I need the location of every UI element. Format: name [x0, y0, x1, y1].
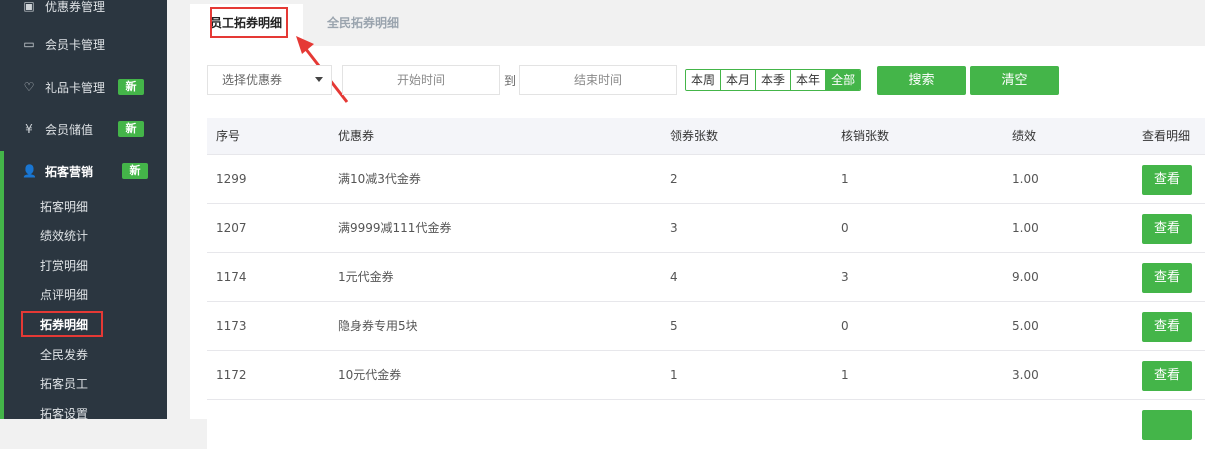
header-coupon: 优惠券 — [338, 129, 375, 143]
period-selector: 本周 本月 本季 本年 全部 — [685, 69, 862, 91]
sidebar-item-coupon-management[interactable]: ▣ 优惠券管理 — [0, 0, 167, 26]
highlight-box — [210, 7, 288, 38]
period-all-button[interactable]: 全部 — [826, 70, 861, 90]
header-view-details: 查看明细 — [1142, 129, 1191, 143]
cell-coupon: 隐身券专用5块 — [338, 319, 418, 333]
cell-coupon: 10元代金券 — [338, 368, 402, 382]
table-row: 1173 隐身券专用5块 5 0 5.00 查看 — [207, 302, 1205, 351]
yen-icon: ¥ — [25, 122, 33, 136]
cell-id: 1173 — [216, 319, 247, 333]
end-time-input[interactable]: 结束时间 — [519, 65, 677, 95]
view-button[interactable]: 查看 — [1142, 312, 1192, 342]
sidebar-sub-item-staff[interactable]: 拓客员工 — [40, 374, 88, 394]
sidebar-sub-item-performance-stats[interactable]: 绩效统计 — [40, 226, 88, 246]
cell-redeemed: 0 — [841, 319, 849, 333]
card-icon: ▭ — [23, 37, 35, 51]
cell-received: 4 — [670, 270, 678, 284]
new-badge: 新 — [118, 121, 144, 137]
cell-redeemed: 3 — [841, 270, 849, 284]
sidebar-item-label: 礼品卡管理 — [45, 80, 106, 95]
cell-redeemed: 1 — [841, 172, 849, 186]
sidebar-item-gift-card[interactable]: ♡ 礼品卡管理 新 — [0, 67, 167, 107]
cell-received: 3 — [670, 221, 678, 235]
cell-performance: 9.00 — [1012, 270, 1039, 284]
cell-received: 2 — [670, 172, 678, 186]
to-label: 到 — [504, 74, 517, 88]
cell-coupon: 满9999减111代金券 — [338, 221, 452, 235]
cell-id: 1299 — [216, 172, 247, 186]
cell-performance: 1.00 — [1012, 172, 1039, 186]
period-month-button[interactable]: 本月 — [721, 70, 757, 90]
header-received: 领券张数 — [670, 129, 719, 143]
sidebar-item-label: 会员储值 — [45, 122, 94, 137]
table-row: 1174 1元代金券 4 3 9.00 查看 — [207, 253, 1205, 302]
main-panel: 员工拓券明细 全民拓券明细 选择优惠券 开始时间 到 结束时间 本周 本月 本季… — [190, 0, 1205, 449]
cell-received: 5 — [670, 319, 678, 333]
table-row — [207, 400, 1205, 449]
clear-button[interactable]: 清空 — [970, 66, 1059, 95]
sidebar-sub-item-tip-details[interactable]: 打赏明细 — [40, 256, 88, 276]
view-button[interactable]: 查看 — [1142, 214, 1192, 244]
highlight-box — [21, 311, 103, 337]
sidebar-item-label: 拓客营销 — [45, 164, 94, 179]
coupon-select[interactable]: 选择优惠券 — [207, 65, 332, 95]
new-badge: 新 — [118, 79, 144, 95]
period-week-button[interactable]: 本周 — [686, 70, 722, 90]
new-badge: 新 — [122, 163, 148, 179]
sidebar-item-membership-card[interactable]: ▭ 会员卡管理 — [0, 24, 167, 64]
view-button[interactable]: 查看 — [1142, 361, 1192, 391]
cell-coupon: 1元代金券 — [338, 270, 394, 284]
sidebar-item-marketing[interactable]: 👤 拓客营销 新 — [0, 151, 167, 191]
sidebar: ▣ 优惠券管理 ▭ 会员卡管理 ♡ 礼品卡管理 新 ¥ 会员储值 新 👤 拓客营… — [0, 0, 167, 419]
cell-received: 1 — [670, 368, 678, 382]
table-row: 1172 10元代金券 1 1 3.00 查看 — [207, 351, 1205, 400]
header-id: 序号 — [216, 129, 241, 143]
sidebar-sub-item-settings[interactable]: 拓客设置 — [40, 404, 88, 419]
table-row: 1207 满9999减111代金券 3 0 1.00 查看 — [207, 204, 1205, 253]
header-performance: 绩效 — [1012, 129, 1037, 143]
period-quarter-button[interactable]: 本季 — [756, 70, 792, 90]
sidebar-sub-item-customer-details[interactable]: 拓客明细 — [40, 197, 88, 217]
cell-coupon: 满10减3代金券 — [338, 172, 421, 186]
sidebar-item-label: 会员卡管理 — [45, 37, 106, 52]
cell-performance: 5.00 — [1012, 319, 1039, 333]
sidebar-item-member-deposit[interactable]: ¥ 会员储值 新 — [0, 109, 167, 149]
cell-performance: 3.00 — [1012, 368, 1039, 382]
heart-icon: ♡ — [23, 80, 35, 94]
cell-performance: 1.00 — [1012, 221, 1039, 235]
coupon-icon: ▣ — [23, 0, 35, 13]
cell-id: 1174 — [216, 270, 247, 284]
cell-redeemed: 1 — [841, 368, 849, 382]
person-icon: 👤 — [22, 164, 37, 178]
start-time-input[interactable]: 开始时间 — [342, 65, 500, 95]
period-year-button[interactable]: 本年 — [791, 70, 827, 90]
table-row: 1299 满10减3代金券 2 1 1.00 查看 — [207, 155, 1205, 204]
coupon-select-label: 选择优惠券 — [222, 73, 283, 87]
sidebar-sub-item-review-details[interactable]: 点评明细 — [40, 285, 88, 305]
search-button[interactable]: 搜索 — [877, 66, 966, 95]
view-button[interactable]: 查看 — [1142, 263, 1192, 293]
sidebar-sub-item-universal-coupon[interactable]: 全民发券 — [40, 345, 88, 365]
cell-id: 1207 — [216, 221, 247, 235]
cell-redeemed: 0 — [841, 221, 849, 235]
view-button[interactable] — [1142, 410, 1192, 440]
header-redeemed: 核销张数 — [841, 129, 890, 143]
sidebar-item-label: 优惠券管理 — [45, 0, 106, 14]
chevron-down-icon — [315, 77, 323, 82]
view-button[interactable]: 查看 — [1142, 165, 1192, 195]
table-header: 序号 优惠券 领券张数 核销张数 绩效 查看明细 — [207, 118, 1205, 155]
cell-id: 1172 — [216, 368, 247, 382]
